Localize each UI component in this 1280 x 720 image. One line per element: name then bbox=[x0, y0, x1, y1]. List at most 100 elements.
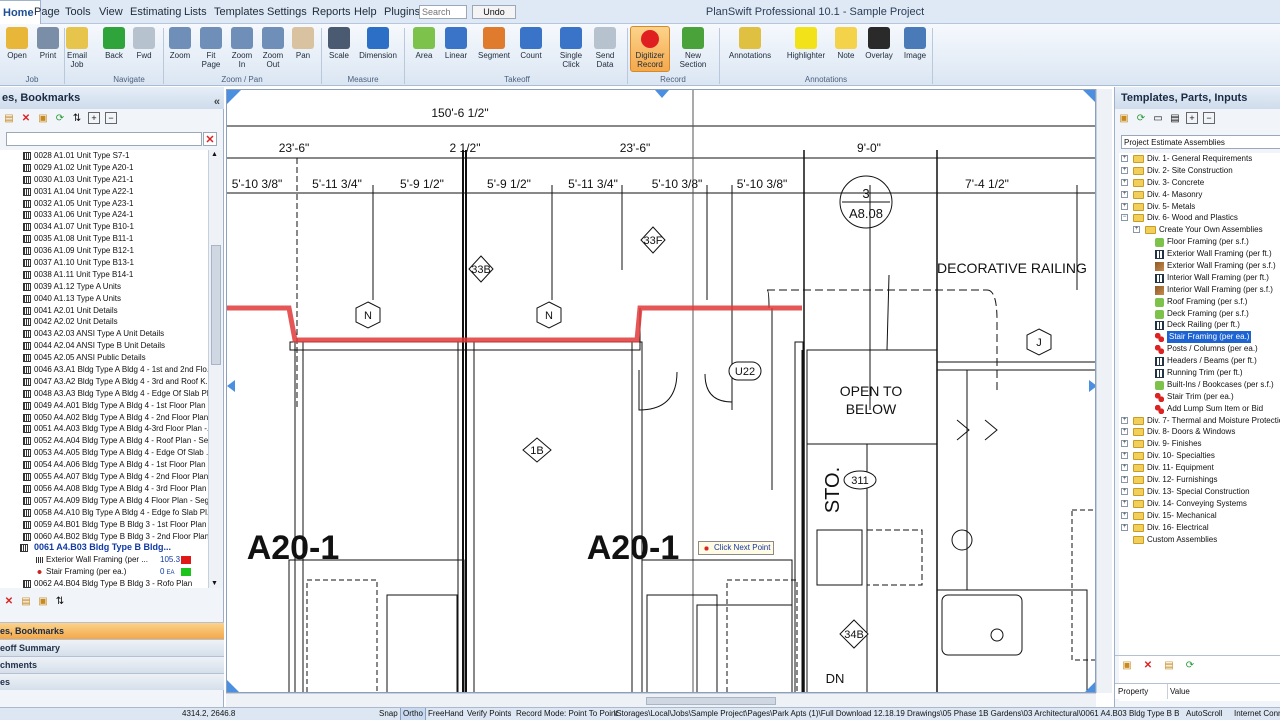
page-list-item[interactable]: 0045 A2.05 ANSI Public Details bbox=[0, 352, 208, 364]
takeoff-item[interactable]: Exterior Wall Framing (per ...105.3FT bbox=[0, 554, 208, 566]
zoomin-button[interactable]: Zoom In bbox=[228, 26, 256, 72]
add-icon[interactable]: ▤ bbox=[1163, 660, 1175, 672]
expand-node-icon[interactable]: + bbox=[1121, 155, 1128, 162]
page-list-item[interactable]: 0049 A4.A01 Bldg Type A Bldg 4 - 1st Flo… bbox=[0, 400, 208, 412]
tree-item[interactable]: Deck Railing (per ft.) bbox=[1119, 319, 1280, 331]
scale-button[interactable]: Scale bbox=[325, 26, 353, 72]
page-list-item[interactable]: 0039 A1.12 Type A Units bbox=[0, 281, 208, 293]
page-list-item[interactable]: 0058 A4.A10 Blg Type A Bldg 4 - Edge fo … bbox=[0, 507, 208, 519]
expand-node-icon[interactable]: + bbox=[1121, 178, 1128, 186]
snap-toggle[interactable]: Snap bbox=[379, 708, 398, 720]
dimension-button[interactable]: Dimension bbox=[357, 26, 399, 72]
collapse-all-icon[interactable]: − bbox=[105, 112, 117, 124]
expand-node-icon[interactable]: + bbox=[1121, 499, 1128, 507]
menu-settings[interactable]: Settings bbox=[261, 0, 313, 24]
tree-item[interactable]: Interior Wall Framing (per s.f.) bbox=[1119, 284, 1280, 296]
drawing-horizontal-scrollbar[interactable] bbox=[226, 693, 1096, 707]
linear-button[interactable]: Linear bbox=[441, 26, 471, 72]
expand-node-icon[interactable]: + bbox=[1121, 523, 1128, 531]
freehand-toggle[interactable]: FreeHand bbox=[428, 708, 464, 720]
zoom-button[interactable]: Zoom bbox=[166, 26, 194, 72]
page-list-item-selected[interactable]: 0061 A4.B03 Bldg Type B Bldg... bbox=[0, 542, 208, 554]
scroll-up-icon[interactable]: ▲ bbox=[211, 151, 218, 158]
expand-node-icon[interactable]: + bbox=[1133, 226, 1140, 234]
page-list-scrollbar[interactable]: ▲ ▼ bbox=[208, 150, 222, 588]
tree-item[interactable]: Stair Framing (per ea.) bbox=[1119, 331, 1280, 344]
page-list-item[interactable]: 0051 A4.A03 Bldg Type A Bldg 4-3rd Floor… bbox=[0, 423, 208, 435]
expand-node-icon[interactable]: + bbox=[1121, 487, 1128, 495]
tree-folder[interactable]: + Div. 9- Finishes bbox=[1119, 438, 1280, 450]
tree-item[interactable]: Headers / Beams (per ft.) bbox=[1119, 355, 1280, 367]
tree-folder[interactable]: + Div. 13- Special Construction bbox=[1119, 486, 1280, 498]
page-list-item[interactable]: 0032 A1.05 Unit Type A23-1 bbox=[0, 198, 208, 210]
page-list-item[interactable]: 0033 A1.06 Unit Type A24-1 bbox=[0, 209, 208, 221]
page-icon[interactable]: ▭ bbox=[1152, 113, 1164, 125]
expand-node-icon[interactable]: + bbox=[1121, 511, 1128, 519]
tree-folder[interactable]: Custom Assemblies bbox=[1119, 534, 1280, 546]
annotations-button[interactable]: Annotations bbox=[725, 26, 775, 72]
tree-folder[interactable]: + Div. 15- Mechanical bbox=[1119, 510, 1280, 522]
search-input[interactable] bbox=[419, 5, 467, 19]
stack-tab-pages-bookmarks[interactable]: es, Bookmarks bbox=[0, 622, 224, 639]
open-button[interactable]: Open bbox=[3, 26, 31, 72]
tree-folder[interactable]: + Div. 3- Concrete bbox=[1119, 177, 1280, 189]
tree-folder[interactable]: + Div. 4- Masonry bbox=[1119, 189, 1280, 201]
singleclick-button[interactable]: Single Click bbox=[556, 26, 586, 72]
image-button[interactable]: Image bbox=[900, 26, 930, 72]
tree-folder[interactable]: + Create Your Own Assemblies bbox=[1119, 224, 1280, 236]
expand-node-icon[interactable]: + bbox=[1121, 416, 1128, 424]
delete-icon[interactable]: ✕ bbox=[3, 596, 15, 608]
tree-item[interactable]: Floor Framing (per s.f.) bbox=[1119, 236, 1280, 248]
tree-folder[interactable]: + Div. 14- Conveying Systems bbox=[1119, 498, 1280, 510]
menu-tools[interactable]: Tools bbox=[59, 0, 97, 24]
sort-icon[interactable]: ⇅ bbox=[54, 596, 66, 608]
expand-icon[interactable]: + bbox=[1186, 112, 1198, 124]
newsection-button[interactable]: New Section bbox=[677, 26, 709, 72]
autoscroll-toggle[interactable]: AutoScroll bbox=[1186, 708, 1222, 720]
page-list-item[interactable]: 0052 A4.A04 Bldg Type A Bldg 4 - Roof Pl… bbox=[0, 435, 208, 447]
page-list-item[interactable]: 0035 A1.08 Unit Type B11-1 bbox=[0, 233, 208, 245]
page-list-item[interactable]: 0050 A4.A02 Bldg Type A Bldg 4 - 2nd Flo… bbox=[0, 412, 208, 424]
page-list-item[interactable]: 0048 A3.A3 Bldg Type A Bldg 4 - Edge Of … bbox=[0, 388, 208, 400]
page-list-item[interactable]: 0059 A4.B01 Bldg Type B Bldg 3 - 1st Flo… bbox=[0, 519, 208, 531]
folder-icon[interactable]: ▣ bbox=[1121, 660, 1133, 672]
color-swatch[interactable] bbox=[181, 568, 191, 577]
page-list-item[interactable]: 0042 A2.02 Unit Details bbox=[0, 316, 208, 328]
template-source-select[interactable]: Project Estimate Assemblies bbox=[1121, 135, 1280, 149]
page-list-item[interactable]: 0043 A2.03 ANSI Type A Unit Details bbox=[0, 328, 208, 340]
expand-node-icon[interactable]: + bbox=[1121, 166, 1128, 174]
expand-node-icon[interactable]: + bbox=[1121, 464, 1128, 472]
overlay-button[interactable]: Overlay bbox=[864, 26, 894, 72]
print-button[interactable]: Print bbox=[34, 26, 62, 72]
page-list-item[interactable]: 0028 A1.01 Unit Type S7-1 bbox=[0, 150, 208, 162]
page-list-item[interactable]: 0030 A1.03 Unit Type A21-1 bbox=[0, 174, 208, 186]
tree-item[interactable]: Interior Wall Framing (per ft.) bbox=[1119, 272, 1280, 284]
fitpage-button[interactable]: Fit Page bbox=[197, 26, 225, 72]
scroll-down-icon[interactable]: ▼ bbox=[211, 580, 218, 587]
digitizer-button[interactable]: Digitizer Record bbox=[630, 26, 670, 72]
tree-folder[interactable]: + Div. 2- Site Construction bbox=[1119, 165, 1280, 177]
page-list-item[interactable]: 0037 A1.10 Unit Type B13-1 bbox=[0, 257, 208, 269]
folder-icon[interactable]: ▣ bbox=[1118, 113, 1130, 125]
folder-icon[interactable]: ▣ bbox=[37, 113, 49, 125]
tree-folder[interactable]: + Div. 7- Thermal and Moisture Protection bbox=[1119, 415, 1280, 427]
page-filter-input[interactable] bbox=[6, 132, 202, 146]
page-list-item[interactable]: 0046 A3.A1 Bldg Type A Bldg 4 - 1st and … bbox=[0, 364, 208, 376]
back-button[interactable]: Back bbox=[100, 26, 128, 72]
highlighter-button[interactable]: Highlighter bbox=[780, 26, 832, 72]
verify-points-toggle[interactable]: Verify Points bbox=[467, 708, 511, 720]
tree-item[interactable]: Posts / Columns (per ea.) bbox=[1119, 343, 1280, 355]
senddata-button[interactable]: Send Data bbox=[590, 26, 620, 72]
expand-node-icon[interactable]: + bbox=[1121, 452, 1128, 460]
drawing-canvas[interactable]: 150'-6 1/2" 23'-6" 2 1/2" 23'-6" 9'-0" 5… bbox=[226, 89, 1096, 693]
ortho-toggle[interactable]: Ortho bbox=[400, 708, 427, 720]
note-button[interactable]: Note bbox=[834, 26, 858, 72]
page-list-item[interactable]: 0040 A1.13 Type A Units bbox=[0, 293, 208, 305]
tree-item[interactable]: Exterior Wall Framing (per s.f.) bbox=[1119, 260, 1280, 272]
page-list-item[interactable]: 0055 A4.A07 Bldg Type A Bldg 4 - 2nd Flo… bbox=[0, 471, 208, 483]
sort-icon[interactable]: ⇅ bbox=[71, 113, 83, 125]
expand-icon[interactable]: + bbox=[88, 112, 100, 124]
tree-item[interactable]: Exterior Wall Framing (per ft.) bbox=[1119, 248, 1280, 260]
drawing-vertical-scrollbar[interactable] bbox=[1096, 89, 1112, 693]
page-list-item[interactable]: 0057 A4.A09 Bldg Type A Bldg 4 Floor Pla… bbox=[0, 495, 208, 507]
